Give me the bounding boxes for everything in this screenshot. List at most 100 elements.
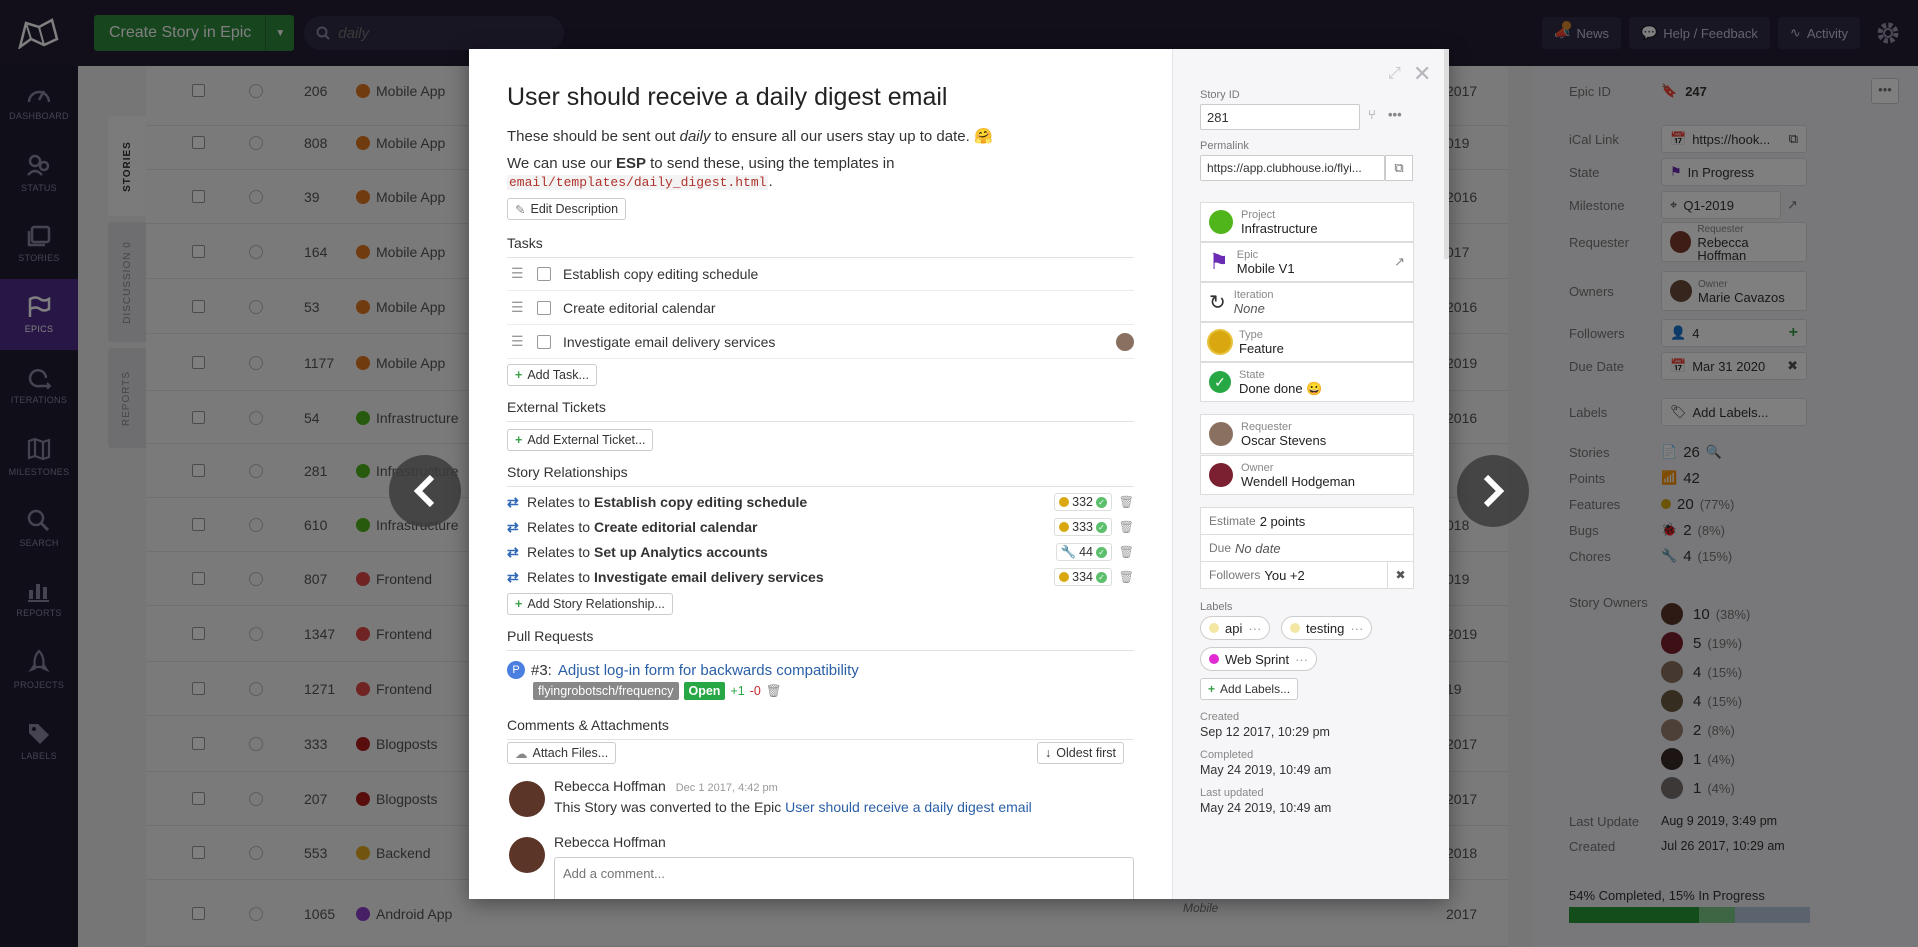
check-icon: ✓ [1096,521,1107,533]
trash-icon[interactable]: 🗑 [766,684,782,699]
previous-story-button[interactable] [389,455,461,527]
close-icon[interactable]: ✕ [1413,61,1431,87]
relation-type: Relates to [527,494,591,510]
external-link-icon[interactable]: ↗ [1394,254,1405,270]
plus-icon: + [515,597,523,611]
more-options-icon[interactable]: ··· [1248,621,1261,636]
requester-field[interactable]: Requester Oscar Stevens [1200,414,1414,454]
comment-epic-link[interactable]: User should receive a daily digest email [785,799,1032,815]
label-name: Web Sprint [1225,651,1290,667]
copy-icon[interactable]: ⧉ [1385,155,1413,181]
story-title[interactable]: User should receive a daily digest email [507,83,948,112]
trash-icon[interactable]: 🗑 [1112,570,1134,584]
owner-field[interactable]: Owner Wendell Hodgeman [1200,455,1414,495]
trash-icon[interactable]: 🗑 [1112,520,1134,534]
followers-value: You +2 [1264,567,1305,583]
add-labels-button[interactable]: + Add Labels... [1200,678,1299,700]
expand-icon[interactable]: ⤢ [1388,65,1401,83]
epic-label: Epic [1236,249,1259,261]
due-field[interactable]: Due No date [1200,534,1414,562]
state-value: Done done 😀 [1239,381,1323,396]
plus-icon: + [1208,682,1216,696]
desc1-em: daily [679,128,711,145]
relates-icon: ⇄ [507,518,519,535]
story-id-field[interactable]: 281 [1200,104,1360,130]
attach-files-button[interactable]: ☁ Attach Files... [507,742,617,764]
related-story-badge[interactable]: 333 ✓ [1054,518,1112,536]
template-path-code: email/templates/daily_digest.html [507,175,769,190]
more-options-icon[interactable]: ··· [1295,652,1308,667]
permalink-field[interactable]: https://app.clubhouse.io/flyi... [1200,155,1385,181]
related-story-name[interactable]: Create editorial calendar [594,519,757,535]
trash-icon[interactable]: 🗑 [1112,545,1134,559]
owner-label: Owner [1241,462,1274,474]
task-label[interactable]: Establish copy editing schedule [563,266,758,282]
epic-field[interactable]: ⚑ Epic Mobile V1 ↗ [1200,242,1414,282]
scrollbar[interactable] [1444,49,1449,259]
label-chip[interactable]: Web Sprint ··· [1200,647,1318,671]
related-story-badge[interactable]: 🔧 44 ✓ [1055,543,1112,561]
task-label[interactable]: Investigate email delivery services [563,334,775,350]
task-item[interactable]: ☰ Establish copy editing schedule [507,257,1134,291]
more-options-icon[interactable]: ··· [1350,621,1363,636]
edit-description-button[interactable]: ✎ Edit Description [507,198,627,220]
created-meta: Created Sep 12 2017, 10:29 pm [1200,710,1330,740]
label-color-dot [1290,623,1300,633]
pr-meta: flyingrobotsch/frequency Open +1 -0 🗑 [533,682,782,700]
plus-icon: + [515,433,523,447]
related-story-name[interactable]: Establish copy editing schedule [594,494,807,510]
check-circle-icon: ✓ [1209,371,1231,393]
label-chip[interactable]: api ··· [1200,616,1271,640]
related-story-name[interactable]: Set up Analytics accounts [594,544,768,560]
relationship-item[interactable]: ⇄ Relates to Establish copy editing schedu… [507,490,1134,514]
relationship-item[interactable]: ⇄ Relates to Create editorial calendar 333 ✓… [507,515,1134,539]
task-item[interactable]: ☰ Investigate email delivery services [507,325,1134,359]
related-story-name[interactable]: Investigate email delivery services [594,569,824,585]
comment-date: Dec 1 2017, 4:42 pm [675,782,778,794]
estimate-field[interactable]: Estimate 2 points [1200,507,1414,535]
label-color-dot [1209,654,1219,664]
type-field[interactable]: Type Feature [1200,322,1414,362]
next-story-button[interactable] [1457,455,1529,527]
created-value: Sep 12 2017, 10:29 pm [1200,725,1330,739]
drag-handle-icon[interactable]: ☰ [511,299,525,316]
relationship-item[interactable]: ⇄ Relates to Set up Analytics accounts 🔧 44 ✓… [507,540,1134,564]
more-options-icon[interactable]: ••• [1388,107,1402,122]
trash-icon[interactable]: 🗑 [1112,495,1134,509]
drag-handle-icon[interactable]: ☰ [511,265,525,282]
updated-label: Last updated [1200,787,1264,799]
related-story-id: 334 [1072,570,1093,584]
relation-type: Relates to [527,569,591,585]
iteration-field[interactable]: ↻ Iteration None [1200,282,1414,322]
project-field[interactable]: Project Infrastructure [1200,202,1414,242]
desc2-end: . [768,173,773,190]
related-story-badge[interactable]: 332 ✓ [1054,493,1112,511]
task-checkbox[interactable] [537,266,551,281]
state-field[interactable]: ✓ State Done done 😀 [1200,362,1414,402]
add-external-ticket-button[interactable]: + Add External Ticket... [507,429,654,451]
avatar [509,837,545,873]
external-tickets-header: External Tickets [507,399,1134,422]
related-story-badge[interactable]: 334 ✓ [1054,568,1112,586]
task-checkbox[interactable] [537,300,551,315]
story-details-column: ⤢ ✕ Story ID 281 ⑂ ••• Permalink https:/… [1172,49,1449,899]
due-value: No date [1235,540,1281,556]
sort-comments-button[interactable]: ↓ Oldest first [1037,742,1124,764]
task-checkbox[interactable] [537,334,551,349]
epic-value: Mobile V1 [1236,261,1295,276]
avatar [509,781,545,817]
desc2-bold: ESP [615,155,646,172]
relationship-item[interactable]: ⇄ Relates to Investigate email delivery se… [507,565,1134,589]
pr-link[interactable]: Adjust log-in form for backwards compati… [558,662,859,679]
followers-field[interactable]: Followers You +2 ✖ [1200,561,1414,589]
drag-handle-icon[interactable]: ☰ [511,333,525,350]
comment-author[interactable]: Rebecca Hoffman [554,778,666,794]
label-chip[interactable]: testing ··· [1281,616,1373,640]
add-task-button[interactable]: + Add Task... [507,364,597,386]
task-item[interactable]: ☰ Create editorial calendar [507,291,1134,325]
comment-input[interactable] [554,857,1134,899]
remove-follower-icon[interactable]: ✖ [1387,562,1413,588]
add-story-relationship-button[interactable]: + Add Story Relationship... [507,593,673,615]
task-label[interactable]: Create editorial calendar [563,300,716,316]
branch-icon[interactable]: ⑂ [1368,107,1376,122]
